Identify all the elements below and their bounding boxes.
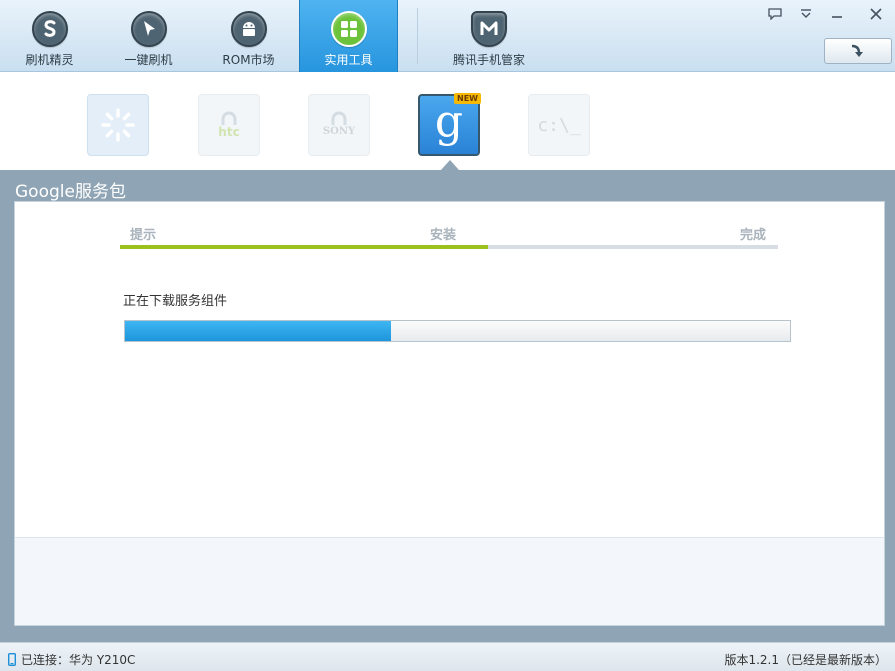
nav-label: ROM市场 — [222, 53, 275, 67]
feedback-button[interactable] — [764, 4, 786, 24]
tool-sony-unlock[interactable]: SONY — [308, 94, 370, 156]
padlock-icon — [331, 111, 347, 125]
download-status-text: 正在下载服务组件 — [123, 294, 228, 309]
minimize-icon — [832, 16, 842, 18]
minimize-button[interactable] — [826, 4, 848, 24]
tool-htc-unlock[interactable]: htc — [198, 94, 260, 156]
refresh-button[interactable] — [824, 38, 892, 64]
download-progress-fill — [125, 321, 391, 341]
padlock-icon — [221, 111, 237, 125]
nav-item-utilities[interactable]: 实用工具 — [299, 0, 398, 72]
sony-logo-text: SONY — [322, 126, 356, 137]
nav-label: 刷机精灵 — [25, 53, 74, 67]
step-progress-fill — [120, 245, 489, 249]
chat-bubble-icon — [768, 8, 782, 20]
htc-logo-text: htc — [218, 125, 240, 139]
step-label-tip: 提示 — [130, 228, 157, 243]
nav-item-tencent-manager[interactable]: 腾讯手机管家 — [439, 0, 539, 72]
nav-item-flash-wizard[interactable]: 刷机精灵 — [0, 0, 99, 72]
menu-dropdown-button[interactable] — [795, 4, 817, 24]
shield-s-icon — [31, 11, 68, 47]
panel-title: Google服务包 — [15, 182, 126, 202]
step-label-install: 安装 — [430, 228, 457, 243]
tool-loading[interactable] — [87, 94, 149, 156]
tool-strip: htc SONY g NEW c:\_ — [0, 72, 895, 170]
tool-google-services[interactable]: g NEW — [418, 93, 481, 156]
new-badge: NEW — [454, 93, 481, 104]
phone-icon — [8, 653, 16, 666]
tencent-manager-icon — [471, 11, 507, 47]
close-icon — [870, 8, 882, 20]
google-g-icon: g — [434, 96, 464, 147]
top-navigation: 刷机精灵 一键刷机 ROM市场 实用工具 腾讯手机管家 — [0, 0, 895, 72]
step-label-done: 完成 — [740, 228, 767, 243]
nav-divider — [417, 8, 418, 64]
nav-label: 实用工具 — [324, 53, 373, 67]
version-text: 版本1.2.1（已经是最新版本） — [724, 653, 887, 667]
connection-text: 已连接：华为 Y210C — [21, 653, 136, 667]
android-icon — [230, 11, 267, 47]
command-prompt-icon: c:\_ — [537, 114, 581, 136]
tool-command-prompt[interactable]: c:\_ — [528, 94, 590, 156]
connection-status: 已连接：华为 Y210C — [8, 651, 135, 668]
cursor-arrow-icon — [130, 11, 167, 47]
nav-item-one-click-flash[interactable]: 一键刷机 — [99, 0, 198, 72]
panel-footer — [15, 537, 884, 625]
grid-icon — [330, 11, 367, 47]
status-bar: 已连接：华为 Y210C 版本1.2.1（已经是最新版本） — [0, 642, 895, 671]
selected-tool-pointer — [441, 160, 459, 170]
chevron-down-icon — [801, 9, 811, 18]
loading-spinner-icon — [101, 108, 135, 142]
nav-label: 腾讯手机管家 — [452, 53, 525, 67]
nav-item-rom-market[interactable]: ROM市场 — [199, 0, 298, 72]
close-button[interactable] — [865, 4, 887, 24]
curved-arrow-icon — [851, 44, 863, 57]
nav-label: 一键刷机 — [124, 53, 173, 67]
